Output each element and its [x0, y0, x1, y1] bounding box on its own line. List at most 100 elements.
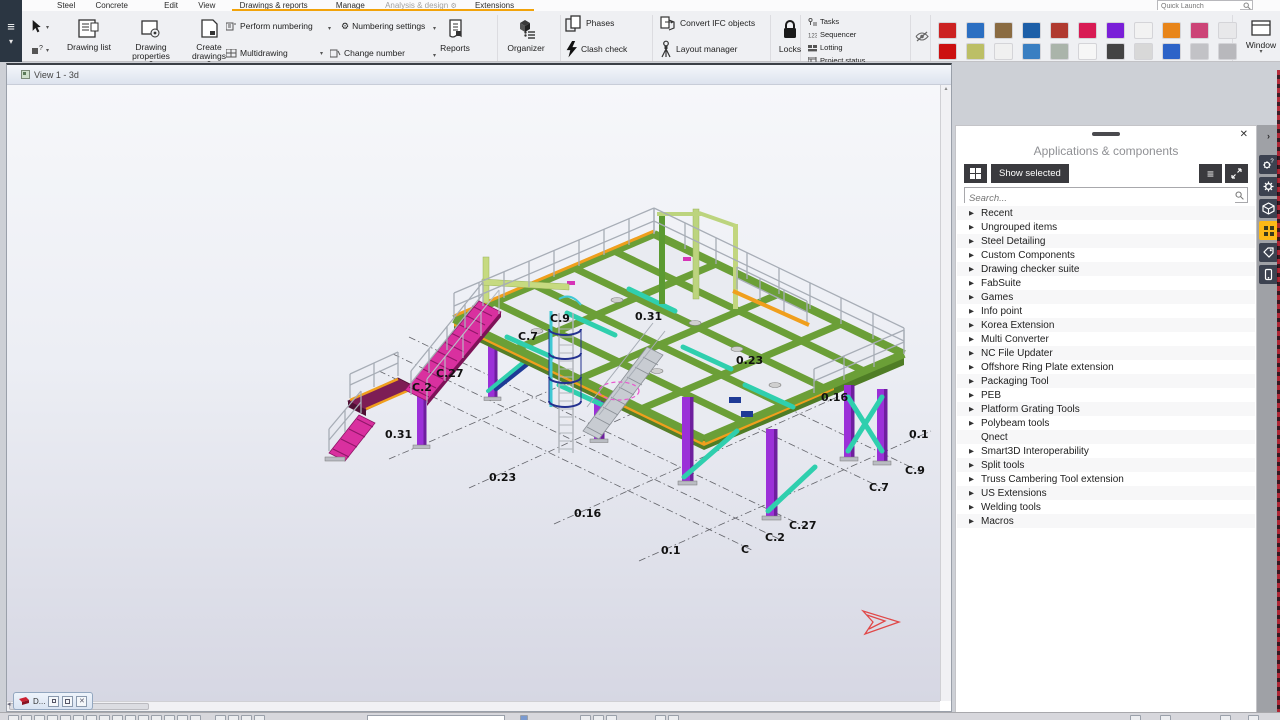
expand-arrow-icon[interactable]: ▶ [969, 209, 981, 217]
mesh-grid-icon[interactable] [1218, 22, 1237, 39]
component-group-row[interactable]: ▶ Korea Extension [957, 318, 1255, 332]
status-button[interactable] [593, 715, 604, 720]
tekla-online-button[interactable]: ? [1259, 155, 1278, 174]
expand-arrow-icon[interactable]: ▶ [969, 419, 981, 427]
attach-panel-button[interactable] [1225, 164, 1248, 183]
filter-funnel-icon[interactable] [1162, 43, 1181, 60]
quick-launch-input[interactable] [1158, 3, 1240, 11]
chevron-down-icon[interactable]: ▾ [0, 37, 22, 46]
layout-manager-button[interactable]: Layout manager [659, 43, 737, 55]
gray-pages-icon[interactable] [1190, 43, 1209, 60]
expand-arrow-icon[interactable]: ▶ [969, 335, 981, 343]
expand-arrow-icon[interactable]: ▶ [969, 237, 981, 245]
component-group-row[interactable]: ▶ Offshore Ring Plate extension [957, 360, 1255, 374]
vertical-scrollbar[interactable]: ▴ [940, 85, 951, 701]
expand-arrow-icon[interactable]: ▶ [969, 489, 981, 497]
status-button[interactable] [112, 715, 123, 720]
horizontal-scrollbar[interactable] [7, 701, 940, 711]
comment-bubbles-icon[interactable] [1078, 43, 1097, 60]
3d-pdf-icon[interactable] [938, 22, 957, 39]
sequencer-button[interactable]: 123 Sequencer [808, 29, 856, 40]
expand-arrow-icon[interactable]: ▶ [969, 377, 981, 385]
model-tab-label[interactable]: D... [33, 697, 45, 706]
window-button[interactable]: Window ▾ [1238, 19, 1280, 55]
pointer-tool-icon[interactable] [1218, 43, 1237, 60]
applications-components-button[interactable] [1259, 221, 1278, 240]
component-group-row[interactable]: ▶ Games [957, 290, 1255, 304]
component-group-row[interactable]: Qnect [957, 430, 1255, 444]
status-button[interactable] [228, 715, 239, 720]
phases-button[interactable]: Phases [565, 17, 614, 29]
select-switch-icon[interactable]: ? [31, 44, 44, 56]
status-button[interactable] [606, 715, 617, 720]
tab-scroll-left-icon[interactable]: ◂ [7, 700, 11, 708]
expand-arrow-icon[interactable]: ▶ [969, 475, 981, 483]
multidrawing-button[interactable]: Multidrawing [226, 47, 288, 59]
rebar-hash-icon[interactable] [1190, 22, 1209, 39]
status-button[interactable] [138, 715, 149, 720]
number-serialize-icon[interactable] [1022, 22, 1041, 39]
change-number-dropdown[interactable]: ▾ [433, 52, 436, 59]
red-table-icon[interactable] [938, 43, 957, 60]
component-group-row[interactable]: ▶ Welding tools [957, 500, 1255, 514]
component-group-row[interactable]: ▶ Platform Grating Tools [957, 402, 1255, 416]
component-group-row[interactable]: ▶ Drawing checker suite [957, 262, 1255, 276]
status-button[interactable] [1130, 715, 1141, 720]
status-button[interactable] [1220, 715, 1231, 720]
expand-arrow-icon[interactable]: ▶ [969, 279, 981, 287]
mobile-device-button[interactable] [1259, 265, 1278, 284]
maximize-window-icon[interactable] [62, 696, 73, 707]
app-menu-strip[interactable]: ≡ ▾ [0, 0, 22, 62]
drawing-list-button[interactable]: Drawing list [58, 19, 120, 52]
select-cursor-dropdown[interactable]: ▾ [46, 24, 49, 31]
expand-arrow-icon[interactable]: ▶ [969, 363, 981, 371]
column-bars-icon[interactable] [1162, 22, 1181, 39]
model-canvas[interactable]: 0.31 C.2 C.27 C.7 C.9 0.31 0.23 0.16 0.1… [7, 85, 940, 701]
settings-button[interactable] [1259, 177, 1278, 196]
level-marker-icon[interactable] [1022, 43, 1041, 60]
expand-arrow-icon[interactable]: ▶ [969, 405, 981, 413]
status-button[interactable] [86, 715, 97, 720]
perform-numbering-dropdown[interactable]: ▾ [328, 25, 331, 32]
component-group-row[interactable]: ▶ Smart3D Interoperability [957, 444, 1255, 458]
expand-arrow-icon[interactable]: ▶ [969, 461, 981, 469]
status-button[interactable] [47, 715, 58, 720]
status-button[interactable] [241, 715, 252, 720]
reports-button[interactable]: Reports [430, 19, 480, 53]
status-button[interactable] [580, 715, 591, 720]
component-group-row[interactable]: ▶ Packaging Tool [957, 374, 1255, 388]
tasks-button[interactable]: Tasks [808, 16, 839, 27]
component-group-row[interactable]: ▶ Macros [957, 514, 1255, 528]
expand-arrow-icon[interactable]: ▶ [969, 321, 981, 329]
component-search-input[interactable] [965, 192, 1235, 205]
expand-arrow-icon[interactable]: ▶ [969, 265, 981, 273]
lifting-hook-icon[interactable] [1106, 43, 1125, 60]
organizer-button[interactable]: Organizer [500, 19, 552, 53]
component-group-row[interactable]: ▶ PEB [957, 388, 1255, 402]
clash-check-button[interactable]: Clash check [565, 43, 627, 55]
show-selected-button[interactable]: Show selected [991, 164, 1069, 183]
numbering-settings-button[interactable]: ⚙ Numbering settings [341, 20, 425, 32]
drawing-properties-button[interactable]: Drawingproperties ▾ [120, 19, 182, 66]
menu-edit[interactable]: Edit [162, 1, 180, 10]
terrain-icon[interactable] [1050, 43, 1069, 60]
component-group-row[interactable]: ▶ Recent [957, 206, 1255, 220]
ifc-export-icon[interactable] [966, 22, 985, 39]
thumbnail-view-button[interactable] [964, 164, 987, 183]
component-group-row[interactable]: ▶ Info point [957, 304, 1255, 318]
status-button[interactable] [668, 715, 679, 720]
status-button[interactable] [215, 715, 226, 720]
perform-numbering-button[interactable]: Perform numbering [226, 20, 313, 32]
status-button[interactable] [1160, 715, 1171, 720]
component-group-row[interactable]: ▶ Ungrouped items [957, 220, 1255, 234]
rebar-plate-icon[interactable] [1106, 22, 1125, 39]
expand-arrow-icon[interactable]: ▶ [969, 503, 981, 511]
component-group-row[interactable]: ▶ Polybeam tools [957, 416, 1255, 430]
expand-arrow-icon[interactable]: ▶ [969, 293, 981, 301]
inquire-analysis-icon[interactable] [1050, 22, 1069, 39]
clone-pages-icon[interactable] [1134, 22, 1153, 39]
component-group-row[interactable]: ▶ Custom Components [957, 248, 1255, 262]
expand-arrow-icon[interactable]: ▶ [969, 517, 981, 525]
status-button[interactable] [73, 715, 84, 720]
expand-arrow-icon[interactable]: ▶ [969, 307, 981, 315]
